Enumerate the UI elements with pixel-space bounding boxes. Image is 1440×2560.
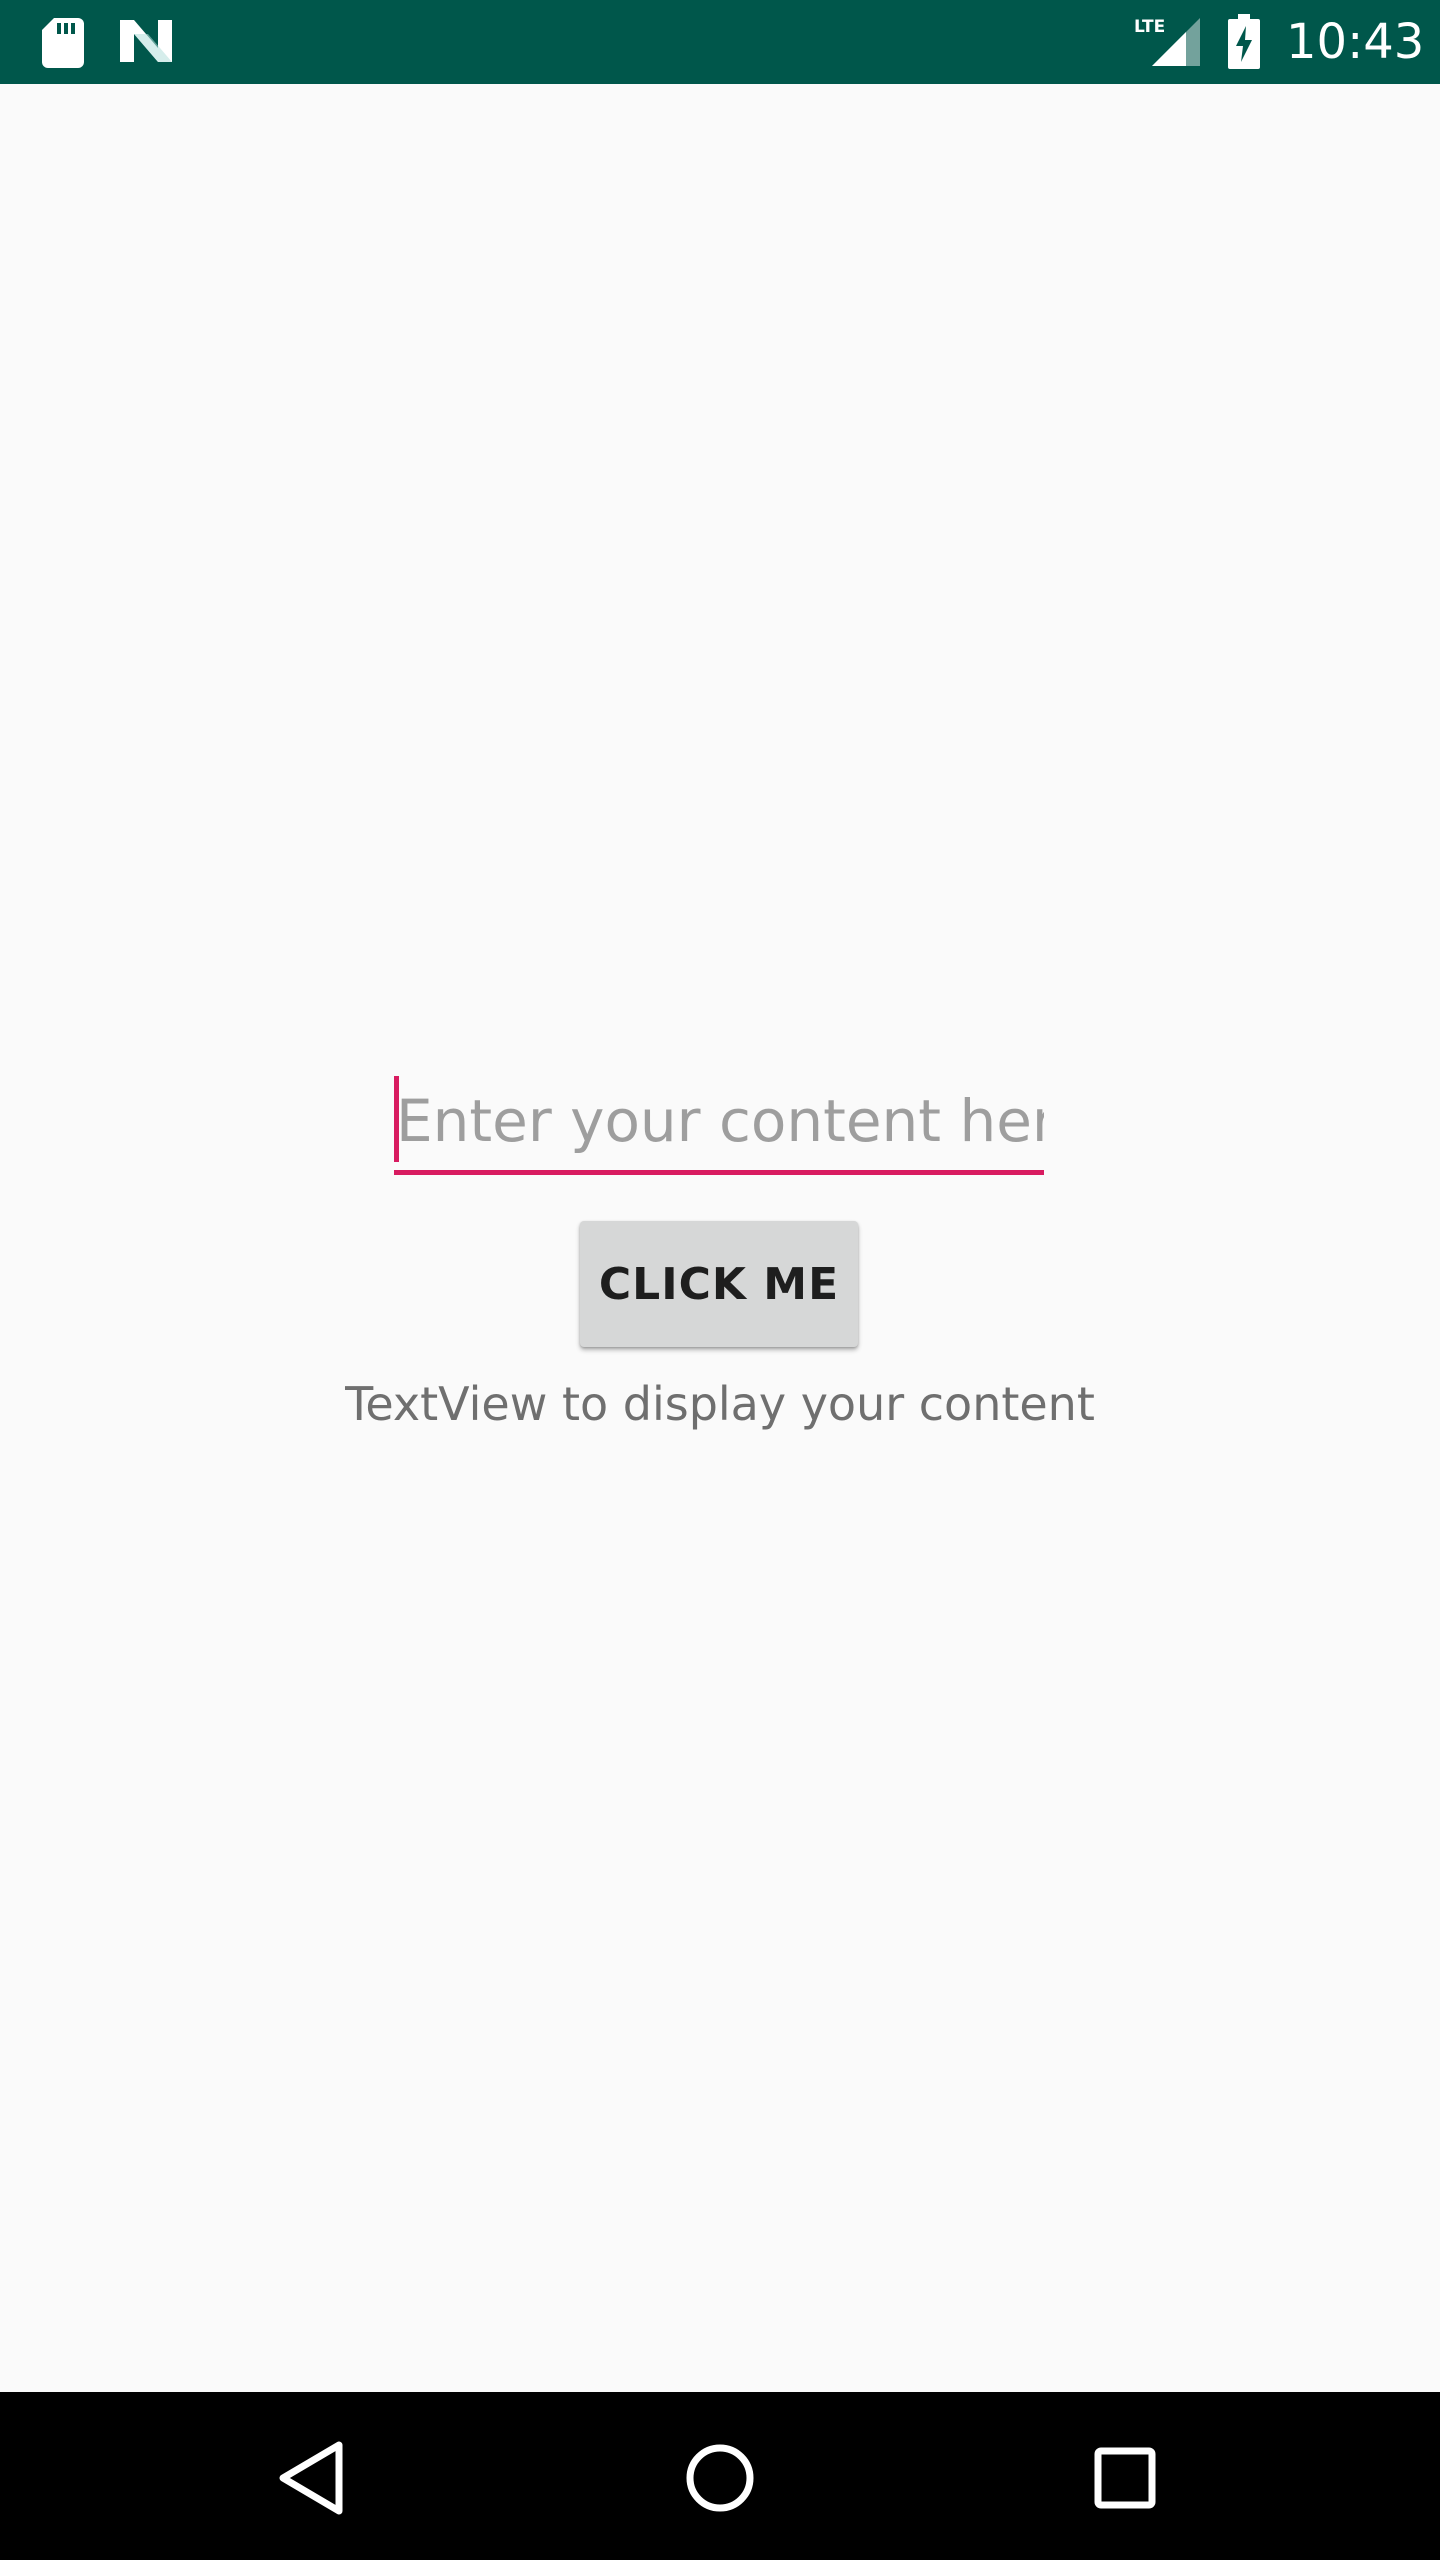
click-me-button[interactable]: CLICK ME (580, 1221, 858, 1347)
content-text-view: TextView to display your content (345, 1377, 1095, 1431)
click-me-button-label: CLICK ME (598, 1258, 840, 1310)
home-icon[interactable] (670, 2428, 770, 2528)
content-input[interactable] (394, 1070, 1044, 1172)
screen: LTE 10:43 CLICK ME TextView to display y… (0, 0, 1440, 2560)
n-icon (120, 20, 172, 62)
battery-charging-icon (1228, 14, 1260, 69)
lte-label: LTE (1134, 17, 1165, 37)
status-clock: 10:43 (1286, 14, 1425, 70)
navigation-bar (0, 2392, 1440, 2560)
recents-icon[interactable] (1075, 2428, 1175, 2528)
sd-card-icon (42, 18, 84, 68)
back-icon[interactable] (265, 2428, 365, 2528)
input-underline (394, 1170, 1044, 1175)
content-input-container[interactable] (394, 1070, 1044, 1176)
text-cursor (394, 1076, 399, 1162)
status-bar: LTE 10:43 (0, 0, 1440, 84)
lte-signal-icon: LTE (1134, 17, 1200, 66)
